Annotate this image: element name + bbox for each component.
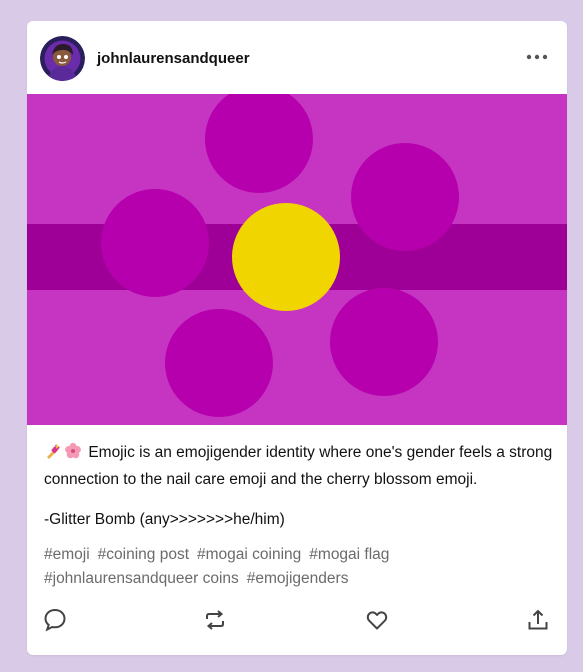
reblog-icon <box>206 610 224 630</box>
flag-petal-left <box>101 189 209 297</box>
avatar[interactable] <box>40 36 85 81</box>
flag-petal-upper-right <box>351 143 459 251</box>
post-card: johnlaurensandqueer Emojic is an emojige… <box>27 21 567 655</box>
body-paragraph-1: Emojic is an emojigender identity where … <box>44 441 564 492</box>
nail-care-emoji-icon <box>44 442 62 468</box>
tag-link[interactable]: #johnlaurensandqueer coins <box>44 567 239 591</box>
username[interactable]: johnlaurensandqueer <box>97 50 250 67</box>
tag-link[interactable]: #emojigenders <box>247 567 349 591</box>
emojic-flag-image <box>27 94 567 425</box>
tag-link[interactable]: #emoji <box>44 543 90 567</box>
share-icon <box>528 609 548 630</box>
tag-list: #emoji #coining post #mogai coining #mogai … <box>44 543 554 591</box>
flag-petal-lower-left <box>165 309 273 417</box>
flag-petal-lower-right <box>330 288 438 396</box>
post-actions <box>27 607 567 637</box>
body-paragraph-2: -Glitter Bomb (any>>>>>>>he/him) <box>44 511 285 528</box>
cherry-blossom-emoji-icon <box>64 442 82 468</box>
heart-icon <box>366 611 388 630</box>
speech-bubble-icon <box>44 608 66 632</box>
tag-link[interactable]: #mogai coining <box>197 543 301 567</box>
flag-center <box>232 203 340 311</box>
more-options-icon[interactable] <box>525 47 549 67</box>
share-button[interactable] <box>525 607 551 633</box>
reply-button[interactable] <box>42 607 68 633</box>
tag-link[interactable]: #mogai flag <box>309 543 389 567</box>
like-button[interactable] <box>364 607 390 633</box>
post-header: johnlaurensandqueer <box>27 21 567 94</box>
reblog-button[interactable] <box>202 607 228 633</box>
body-text-line-1: Emojic is an emojigender identity where … <box>44 444 553 488</box>
tag-link[interactable]: #coining post <box>98 543 189 567</box>
post-body: Emojic is an emojigender identity where … <box>44 441 564 532</box>
